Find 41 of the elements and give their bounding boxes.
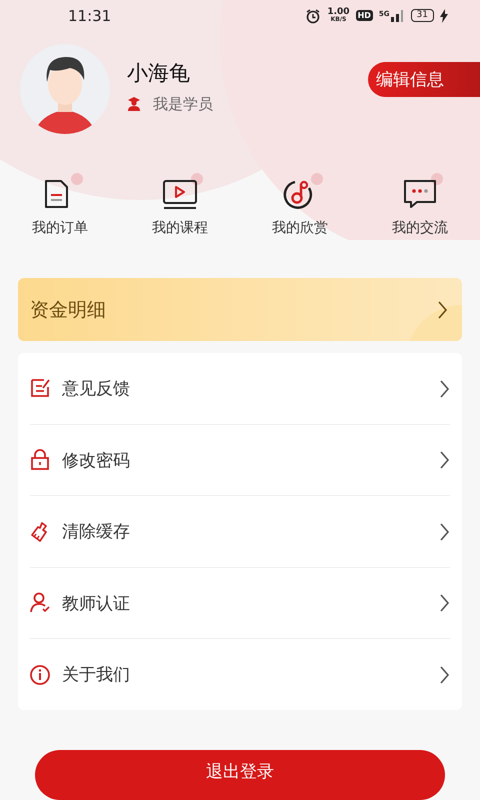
menu-item[interactable]: 意见反馈 (30, 353, 450, 425)
user-check-icon (30, 592, 50, 614)
chevron-icon (440, 594, 450, 612)
shortcut-label[interactable]: 我的课程 (152, 218, 208, 237)
battery-level: 31 (410, 9, 434, 22)
lock-icon (30, 449, 50, 472)
chat-bubble-icon[interactable] (403, 178, 437, 211)
signal-icon (390, 10, 405, 22)
video-icon[interactable] (163, 178, 197, 211)
menu-item-label: 意见反馈 (62, 378, 131, 400)
info-icon (30, 664, 50, 686)
chevron-icon (440, 380, 450, 398)
menu-item[interactable]: 关于我们 (30, 639, 450, 710)
alarm-icon (305, 8, 322, 24)
network-speed: 1.00 (327, 8, 350, 18)
fund-card[interactable]: 资金明细 (18, 278, 462, 342)
shortcut-label[interactable]: 我的订单 (32, 218, 88, 237)
edit-note-icon (30, 378, 50, 400)
user-role: 我是学员 (153, 94, 213, 114)
menu-item[interactable]: 教师认证 (30, 568, 450, 640)
chevron-icon (440, 522, 450, 541)
menu-item-label: 关于我们 (62, 664, 131, 686)
chevron-icon (440, 666, 450, 684)
charging-icon (440, 8, 448, 23)
chevron-icon (440, 451, 450, 470)
user-name: 小海龟 (127, 60, 191, 87)
menu-item-label: 修改密码 (62, 450, 131, 472)
graduate-icon (127, 97, 141, 112)
status-time: 11:31 (68, 6, 112, 25)
chevron-icon (438, 300, 448, 319)
shortcut-label[interactable]: 我的欣赏 (272, 218, 328, 237)
fund-details-label: 资金明细 (30, 298, 106, 323)
edit-info-button[interactable]: 编辑信息 (368, 62, 480, 97)
brush-icon (30, 520, 50, 543)
menu-item-label: 清除缓存 (62, 521, 131, 544)
logout-button[interactable]: 退出登录 (35, 750, 445, 800)
shortcut-label[interactable]: 我的交流 (392, 218, 448, 237)
menu-item[interactable]: 清除缓存 (30, 496, 450, 568)
menu-item[interactable]: 修改密码 (30, 424, 450, 496)
menu-item-label: 教师认证 (62, 592, 131, 615)
hd-badge: HD (356, 10, 373, 22)
